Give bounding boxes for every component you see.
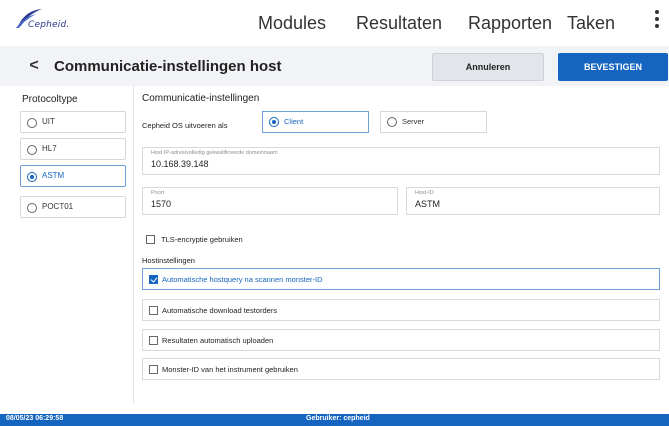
host-ip-label: Host IP-adres/volledig gekwalificeerde d… — [151, 150, 278, 156]
host-option-auto-upload[interactable]: Resultaten automatisch uploaden — [142, 329, 660, 351]
nav-rapporten[interactable]: Rapporten — [468, 13, 552, 34]
timestamp: 08/05/23 06:29:58 — [6, 415, 64, 422]
protocol-heading: Protocoltype — [22, 94, 78, 105]
nav-taken[interactable]: Taken — [567, 13, 615, 34]
os-option-label: Server — [402, 117, 425, 126]
protocol-option-label: HL7 — [42, 144, 57, 153]
page-header: < Communicatie-instellingen host Annuler… — [0, 46, 669, 86]
host-option-label: Automatische hostquery na scannen monste… — [162, 275, 323, 284]
kebab-menu-icon[interactable] — [652, 10, 662, 34]
radio-icon — [27, 118, 37, 128]
tls-checkbox-row[interactable]: TLS-encryptie gebruiken — [142, 232, 342, 250]
page-title: Communicatie-instellingen host — [54, 58, 282, 75]
protocol-panel: Protocoltype UIT HL7 ASTM POCT01 — [0, 86, 134, 404]
checkbox-icon[interactable] — [146, 235, 155, 244]
checkbox-icon[interactable] — [149, 336, 158, 345]
cancel-button[interactable]: Annuleren — [432, 53, 544, 81]
host-option-auto-download[interactable]: Automatische download testorders — [142, 299, 660, 321]
protocol-option-label: POCT01 — [42, 202, 74, 211]
host-ip-value: 10.168.39.148 — [151, 159, 209, 169]
protocol-option-label: ASTM — [42, 171, 65, 180]
protocol-option-uit[interactable]: UIT — [20, 111, 126, 133]
radio-selected-icon — [269, 117, 279, 127]
host-id-field[interactable]: Host-ID ASTM — [406, 187, 660, 215]
host-option-auto-query[interactable]: Automatische hostquery na scannen monste… — [142, 268, 660, 290]
host-option-label: Monster-ID van het instrument gebruiken — [162, 365, 298, 374]
checkbox-icon[interactable] — [149, 306, 158, 315]
tls-label: TLS-encryptie gebruiken — [161, 235, 243, 244]
host-id-label: Host-ID — [415, 190, 434, 196]
radio-selected-icon — [27, 172, 37, 182]
protocol-option-hl7[interactable]: HL7 — [20, 138, 126, 160]
radio-icon — [27, 203, 37, 213]
port-value: 1570 — [151, 199, 172, 209]
confirm-button[interactable]: BEVESTIGEN — [558, 53, 668, 81]
checkbox-icon[interactable] — [149, 365, 158, 374]
logo-text: Cepheid. — [28, 20, 70, 30]
os-option-client[interactable]: Client — [262, 111, 369, 133]
host-ip-field[interactable]: Host IP-adres/volledig gekwalificeerde d… — [142, 147, 660, 175]
os-option-server[interactable]: Server — [380, 111, 487, 133]
top-bar: Cepheid. Modules Resultaten Rapporten Ta… — [0, 0, 669, 44]
cepheid-logo: Cepheid. — [14, 8, 74, 36]
protocol-option-poct01[interactable]: POCT01 — [20, 196, 126, 218]
host-settings-heading: Hostinstellingen — [142, 256, 195, 265]
radio-icon — [27, 145, 37, 155]
nav-modules[interactable]: Modules — [258, 13, 326, 34]
host-id-value: ASTM — [415, 199, 441, 209]
comm-heading: Communicatie-instellingen — [142, 93, 260, 104]
host-option-label: Resultaten automatisch uploaden — [162, 336, 274, 345]
os-option-label: Client — [284, 117, 304, 126]
checkbox-checked-icon[interactable] — [149, 275, 158, 284]
port-field[interactable]: Poort 1570 — [142, 187, 398, 215]
host-option-label: Automatische download testorders — [162, 306, 278, 315]
host-option-instrument-id[interactable]: Monster-ID van het instrument gebruiken — [142, 358, 660, 380]
port-label: Poort — [151, 190, 165, 196]
current-user: Gebruiker: cepheid — [306, 415, 370, 422]
status-bar: 08/05/23 06:29:58 Gebruiker: cepheid — [0, 414, 669, 426]
nav-resultaten[interactable]: Resultaten — [356, 13, 442, 34]
protocol-option-astm[interactable]: ASTM — [20, 165, 126, 187]
radio-icon — [387, 117, 397, 127]
back-button[interactable]: < — [24, 56, 44, 76]
protocol-option-label: UIT — [42, 117, 55, 126]
os-label: Cepheid OS uitvoeren als — [142, 121, 228, 130]
